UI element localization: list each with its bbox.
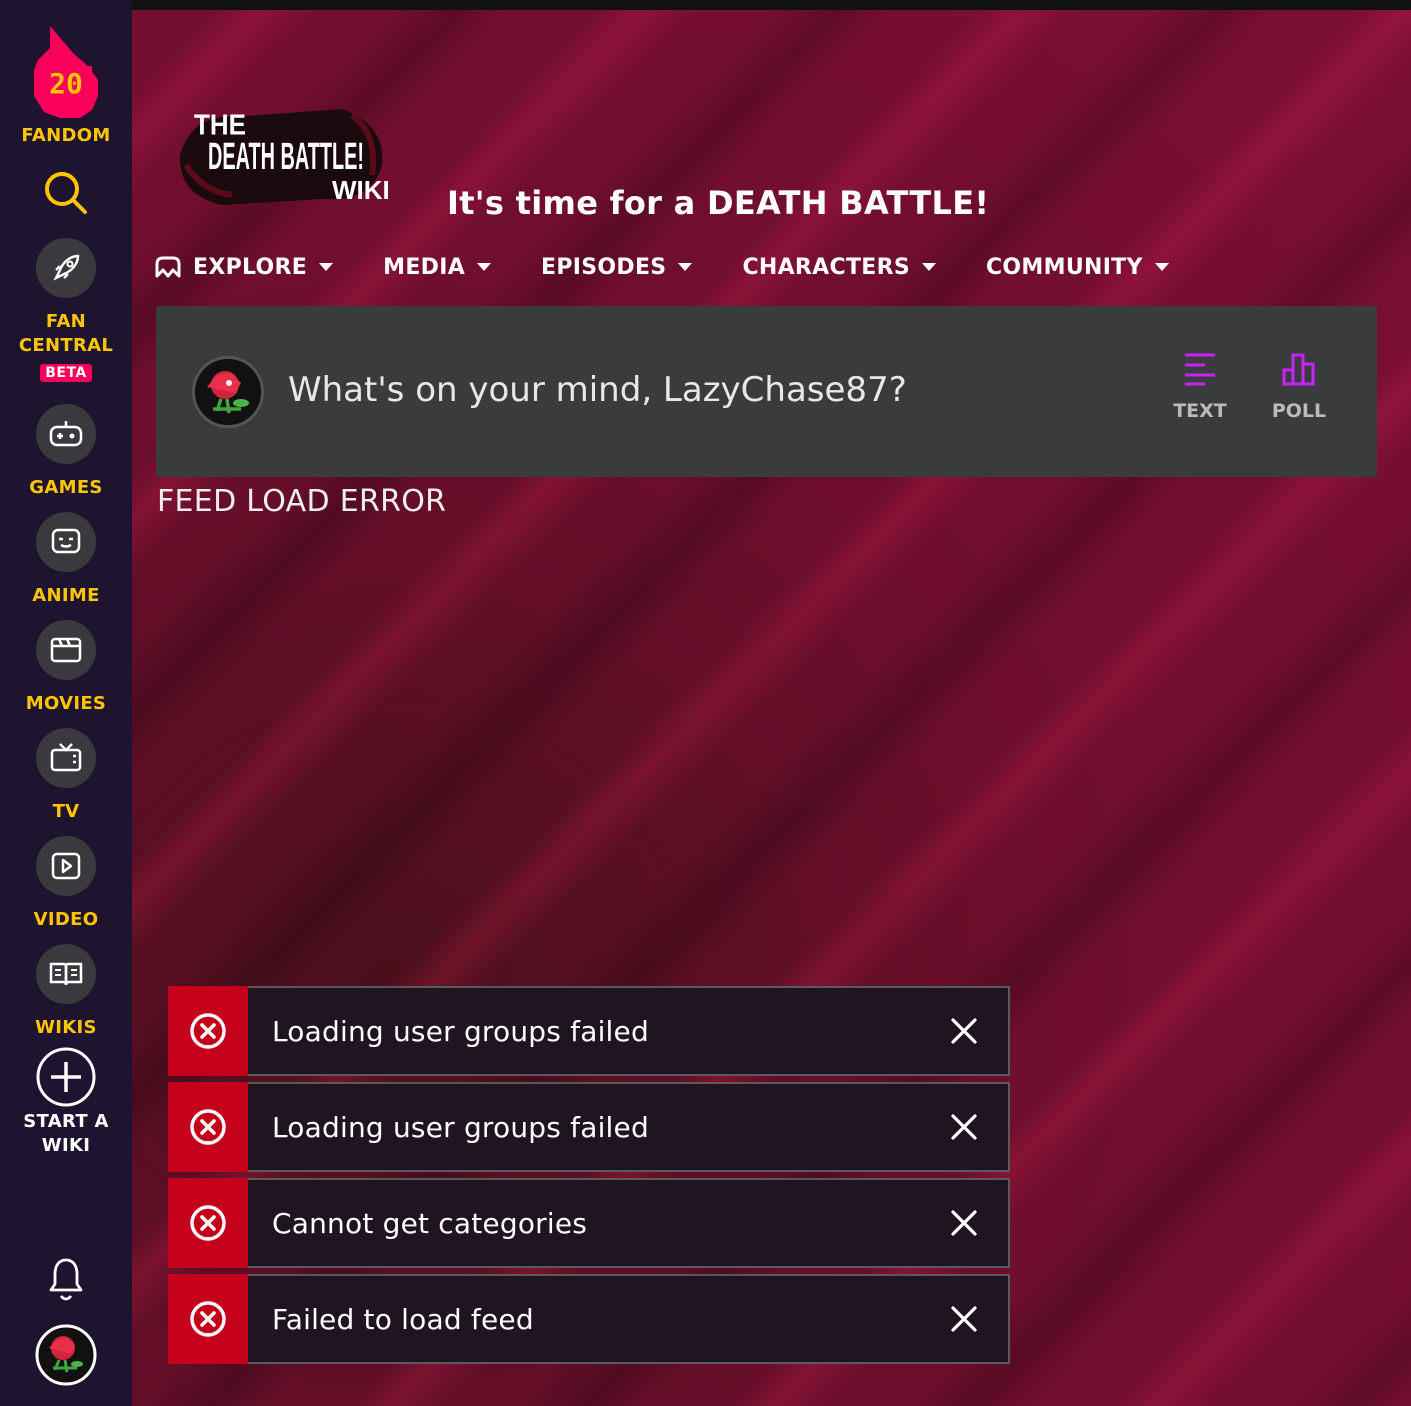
toast-error-badge — [168, 1274, 248, 1364]
fandom-logo[interactable]: 20 FANDOM — [0, 26, 132, 148]
toast-close-button[interactable] — [944, 1203, 984, 1243]
rail-label-video: VIDEO — [33, 909, 99, 930]
death-battle-wiki-logo: THE DEATH BATTLE! WIKI — [179, 108, 390, 205]
chevron-down-icon — [1154, 263, 1169, 271]
toast-close-button[interactable] — [944, 1299, 984, 1339]
rail-item-anime[interactable]: ANIME — [0, 512, 132, 608]
explore-icon — [155, 256, 181, 278]
plus-circle-icon — [36, 1047, 96, 1107]
search-button[interactable] — [0, 170, 132, 216]
search-icon — [45, 172, 87, 214]
gamepad-icon — [36, 404, 96, 464]
error-circle-icon — [190, 1013, 226, 1049]
rail-label-movies: MOVIES — [25, 693, 107, 714]
rail-label-anime: ANIME — [32, 585, 100, 606]
error-toast: Failed to load feed — [168, 1274, 1010, 1364]
post-type-poll-button[interactable]: POLL — [1259, 352, 1339, 422]
error-toast: Cannot get categories — [168, 1178, 1010, 1268]
wiki-tagline: It's time for a DEATH BATTLE! — [447, 184, 990, 222]
start-a-wiki-line2: WIKI — [41, 1135, 91, 1156]
error-toast: Loading user groups failed — [168, 1082, 1010, 1172]
close-icon — [951, 1306, 977, 1332]
book-icon — [36, 944, 96, 1004]
composer-avatar — [192, 356, 264, 428]
toast-message: Failed to load feed — [272, 1302, 534, 1336]
rail-label-games: GAMES — [29, 477, 103, 498]
nav-characters-label: CHARACTERS — [742, 254, 910, 280]
wiki-nav: EXPLORE MEDIA EPISODES CHARACTERS COMMUN… — [155, 252, 1219, 282]
chevron-down-icon — [319, 263, 334, 271]
toast-close-button[interactable] — [944, 1107, 984, 1147]
rail-label-wikis: WIKIS — [35, 1017, 97, 1038]
error-circle-icon — [190, 1301, 226, 1337]
play-icon — [36, 836, 96, 896]
tv-icon — [36, 728, 96, 788]
logo-line-wiki: WIKI — [332, 175, 390, 205]
rail-label-fan-central: FAN CENTRAL — [18, 311, 114, 356]
avatar — [195, 359, 261, 425]
feed-load-error: FEED LOAD ERROR — [157, 484, 447, 519]
toast-error-badge — [168, 1178, 248, 1268]
clapperboard-icon — [36, 620, 96, 680]
chevron-down-icon — [921, 263, 936, 271]
post-type-poll-label: POLL — [1271, 400, 1327, 422]
rail-item-tv[interactable]: TV — [0, 728, 132, 824]
rail-item-fan-central[interactable]: FAN CENTRAL BETA — [0, 238, 132, 382]
error-circle-icon — [190, 1205, 226, 1241]
rail-label-tv: TV — [52, 801, 80, 822]
avatar — [35, 1324, 97, 1386]
chevron-down-icon — [477, 263, 492, 271]
fandom-badge-number: 20 — [49, 67, 83, 100]
error-circle-icon — [190, 1109, 226, 1145]
composer-prompt[interactable]: What's on your mind, LazyChase87? — [288, 370, 907, 410]
close-icon — [951, 1210, 977, 1236]
nav-media[interactable]: MEDIA — [383, 254, 492, 280]
start-a-wiki-line1: START A — [23, 1111, 109, 1132]
user-avatar-button[interactable] — [0, 1324, 132, 1386]
rail-item-video[interactable]: VIDEO — [0, 836, 132, 932]
notifications-button[interactable] — [0, 1256, 132, 1304]
rail-item-movies[interactable]: MOVIES — [0, 620, 132, 716]
start-a-wiki-label: START A WIKI — [23, 1110, 108, 1158]
beta-badge: BETA — [40, 364, 92, 382]
nav-community-label: COMMUNITY — [985, 254, 1143, 280]
fandom-label: FANDOM — [21, 125, 111, 146]
start-a-wiki-button[interactable]: START A WIKI — [0, 1046, 132, 1158]
post-composer: What's on your mind, LazyChase87? TEXT P… — [156, 306, 1377, 477]
toast-message: Cannot get categories — [272, 1206, 588, 1240]
logo-line-death-battle: DEATH BATTLE! — [208, 136, 364, 178]
nav-episodes[interactable]: EPISODES — [541, 254, 693, 280]
post-type-text-button[interactable]: TEXT — [1160, 352, 1240, 422]
toast-error-badge — [168, 986, 248, 1076]
nav-explore[interactable]: EXPLORE — [155, 254, 334, 280]
rail-item-games[interactable]: GAMES — [0, 404, 132, 500]
error-toast: Loading user groups failed — [168, 986, 1010, 1076]
nav-episodes-label: EPISODES — [541, 254, 667, 280]
close-icon — [951, 1018, 977, 1044]
poll-chart-icon — [1282, 353, 1315, 386]
nav-characters[interactable]: CHARACTERS — [742, 255, 936, 280]
text-lines-icon — [1185, 353, 1215, 386]
browser-top-strip — [0, 0, 1411, 10]
wiki-logo[interactable]: THE DEATH BATTLE! WIKI — [172, 95, 392, 215]
chevron-down-icon — [678, 263, 693, 271]
nav-explore-label: EXPLORE — [193, 254, 308, 280]
nav-media-label: MEDIA — [383, 254, 466, 280]
rail-item-wikis[interactable]: WIKIS — [0, 944, 132, 1040]
toast-message: Loading user groups failed — [272, 1014, 649, 1048]
anime-face-icon — [36, 512, 96, 572]
rocket-icon — [36, 238, 96, 298]
toast-error-badge — [168, 1082, 248, 1172]
fandom-flame-icon: 20 — [34, 26, 98, 118]
toast-message: Loading user groups failed — [272, 1110, 649, 1144]
post-type-text-label: TEXT — [1173, 400, 1227, 422]
toast-close-button[interactable] — [944, 1011, 984, 1051]
fandom-global-nav: 20 FANDOM FAN CENTRAL BETA GAMES ANIME M… — [0, 0, 132, 1406]
nav-community[interactable]: COMMUNITY — [986, 255, 1169, 280]
close-icon — [951, 1114, 977, 1140]
bell-icon — [49, 1258, 83, 1301]
